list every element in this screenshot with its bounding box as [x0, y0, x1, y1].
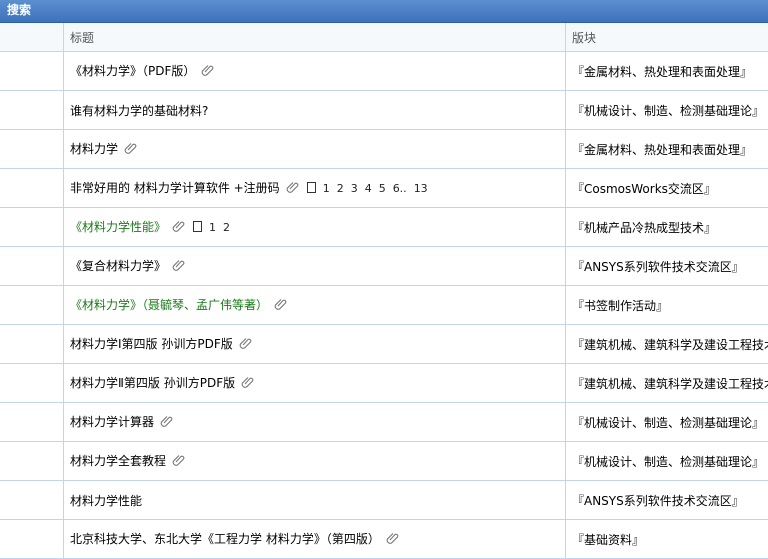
row-spacer-cell: [0, 130, 64, 169]
paperclip-icon: [274, 297, 287, 314]
thread-title-link[interactable]: 《材料力学》（PDF版）: [70, 64, 195, 78]
paperclip-icon: [241, 375, 254, 392]
thread-title-link[interactable]: 材料力学Ⅰ第四版 孙训方PDF版: [70, 337, 233, 351]
row-spacer-cell: [0, 481, 64, 520]
table-row: 材料力学 『金属材料、热处理和表面处理』: [0, 130, 768, 169]
thread-title-link[interactable]: 《材料力学》（聂毓琴、孟广伟等著）: [70, 298, 268, 312]
table-row: 材料力学Ⅰ第四版 孙训方PDF版 『建筑机械、建筑科学及建设工程技术』: [0, 325, 768, 364]
forum-link[interactable]: 『CosmosWorks交流区』: [566, 169, 768, 208]
forum-link[interactable]: 『金属材料、热处理和表面处理』: [566, 130, 768, 169]
page-link[interactable]: 6..: [393, 182, 407, 195]
forum-link[interactable]: 『ANSYS系列软件技术交流区』: [566, 247, 768, 286]
table-row: 谁有材料力学的基础材料? 『机械设计、制造、检测基础理论』: [0, 91, 768, 130]
page-link[interactable]: 3: [351, 182, 358, 195]
thread-title-link[interactable]: 材料力学计算器: [70, 415, 154, 429]
thread-title-link[interactable]: 材料力学: [70, 142, 118, 156]
title-cell: 材料力学: [64, 130, 566, 169]
column-header-title: 标题: [64, 23, 566, 52]
title-cell: 非常好用的 材料力学计算软件 +注册码 12345 6.. 13: [64, 169, 566, 208]
thread-title-link[interactable]: 北京科技大学、东北大学《工程力学 材料力学》（第四版）: [70, 532, 380, 546]
paperclip-icon: [201, 63, 214, 80]
title-cell: 《复合材料力学》: [64, 247, 566, 286]
page-links: 12: [193, 221, 237, 234]
row-spacer-cell: [0, 208, 64, 247]
title-cell: 《材料力学》（PDF版）: [64, 52, 566, 91]
paperclip-icon: [239, 336, 252, 353]
thread-title-link[interactable]: 材料力学Ⅱ第四版 孙训方PDF版: [70, 376, 235, 390]
row-spacer-cell: [0, 364, 64, 403]
thread-title-link[interactable]: 《复合材料力学》: [70, 259, 166, 273]
table-row: 非常好用的 材料力学计算软件 +注册码 12345 6.. 13 『CosmosWork…: [0, 169, 768, 208]
row-spacer-cell: [0, 325, 64, 364]
forum-link[interactable]: 『基础资料』: [566, 520, 768, 559]
page-link[interactable]: 13: [414, 182, 428, 195]
paperclip-icon: [286, 180, 299, 197]
table-row: 《复合材料力学》 『ANSYS系列软件技术交流区』: [0, 247, 768, 286]
forum-link[interactable]: 『书签制作活动』: [566, 286, 768, 325]
title-cell: 材料力学Ⅱ第四版 孙训方PDF版: [64, 364, 566, 403]
title-cell: 《材料力学性能》 12: [64, 208, 566, 247]
title-cell: 材料力学计算器: [64, 403, 566, 442]
page-link[interactable]: 1: [209, 221, 216, 234]
page-icon: [307, 182, 316, 193]
forum-link[interactable]: 『金属材料、热处理和表面处理』: [566, 52, 768, 91]
page-link[interactable]: 4: [365, 182, 372, 195]
title-cell: 材料力学性能: [64, 481, 566, 520]
page-links: 12345 6.. 13: [307, 182, 435, 195]
table-row: 材料力学全套教程 『机械设计、制造、检测基础理论』: [0, 442, 768, 481]
page-icon: [193, 221, 202, 232]
search-results-table: 标题 版块 《材料力学》（PDF版）『金属材料、热处理和表面处理』谁有材料力学的…: [0, 23, 768, 559]
row-spacer-cell: [0, 52, 64, 91]
thread-title-link[interactable]: 材料力学全套教程: [70, 454, 166, 468]
paperclip-icon: [172, 453, 185, 470]
column-header-forum: 版块: [566, 23, 768, 52]
row-spacer-cell: [0, 520, 64, 559]
header-title: 搜索: [7, 3, 31, 17]
title-cell: 《材料力学》（聂毓琴、孟广伟等著）: [64, 286, 566, 325]
table-row: 材料力学计算器 『机械设计、制造、检测基础理论』: [0, 403, 768, 442]
thread-title-link[interactable]: 谁有材料力学的基础材料?: [70, 104, 208, 118]
table-header-row: 标题 版块: [0, 23, 768, 52]
table-row: 材料力学性能 『ANSYS系列软件技术交流区』: [0, 481, 768, 520]
page-link[interactable]: 1: [323, 182, 330, 195]
row-spacer-cell: [0, 247, 64, 286]
page-link[interactable]: 2: [223, 221, 230, 234]
row-spacer-cell: [0, 91, 64, 130]
table-row: 《材料力学性能》 12 『机械产品冷热成型技术』: [0, 208, 768, 247]
thread-title-link[interactable]: 非常好用的 材料力学计算软件 +注册码: [70, 181, 280, 195]
thread-title-link[interactable]: 《材料力学性能》: [70, 220, 166, 234]
paperclip-icon: [124, 141, 137, 158]
paperclip-icon: [160, 414, 173, 431]
page-link[interactable]: 2: [337, 182, 344, 195]
page-link[interactable]: 5: [379, 182, 386, 195]
title-cell: 谁有材料力学的基础材料?: [64, 91, 566, 130]
table-row: 《材料力学》（PDF版） 『金属材料、热处理和表面处理』: [0, 52, 768, 91]
table-row: 材料力学Ⅱ第四版 孙训方PDF版 『建筑机械、建筑科学及建设工程技术』: [0, 364, 768, 403]
row-spacer-cell: [0, 286, 64, 325]
paperclip-icon: [172, 258, 185, 275]
paperclip-icon: [172, 219, 185, 236]
forum-link[interactable]: 『机械产品冷热成型技术』: [566, 208, 768, 247]
table-row: 北京科技大学、东北大学《工程力学 材料力学》（第四版） 『基础资料』: [0, 520, 768, 559]
row-spacer-cell: [0, 169, 64, 208]
title-cell: 北京科技大学、东北大学《工程力学 材料力学》（第四版）: [64, 520, 566, 559]
row-spacer-cell: [0, 403, 64, 442]
title-cell: 材料力学全套教程: [64, 442, 566, 481]
forum-link[interactable]: 『机械设计、制造、检测基础理论』: [566, 403, 768, 442]
forum-link[interactable]: 『机械设计、制造、检测基础理论』: [566, 91, 768, 130]
forum-link[interactable]: 『ANSYS系列软件技术交流区』: [566, 481, 768, 520]
search-header: 搜索: [0, 0, 768, 23]
row-spacer-cell: [0, 442, 64, 481]
table-row: 《材料力学》（聂毓琴、孟广伟等著） 『书签制作活动』: [0, 286, 768, 325]
forum-link[interactable]: 『机械设计、制造、检测基础理论』: [566, 442, 768, 481]
column-header-blank: [0, 23, 64, 52]
forum-link[interactable]: 『建筑机械、建筑科学及建设工程技术』: [566, 364, 768, 403]
forum-link[interactable]: 『建筑机械、建筑科学及建设工程技术』: [566, 325, 768, 364]
thread-title-link[interactable]: 材料力学性能: [70, 494, 142, 508]
title-cell: 材料力学Ⅰ第四版 孙训方PDF版: [64, 325, 566, 364]
